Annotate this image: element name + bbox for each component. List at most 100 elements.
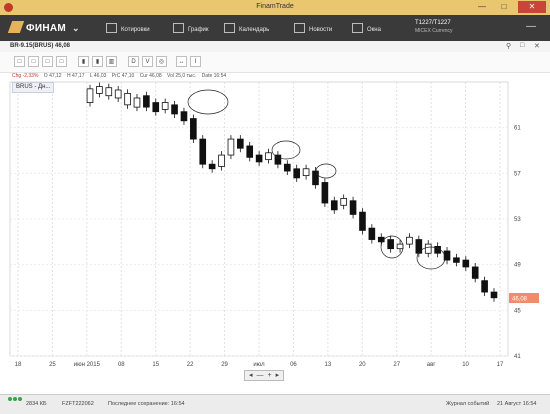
toolbar-button-scale-horizontal[interactable]: ↔: [176, 56, 187, 67]
series-legend-label: BRUS - Дн...: [16, 84, 50, 90]
scroll-right-button[interactable]: ▸: [276, 372, 280, 379]
chart-panel-title: BR-9.15(BRUS) 46,08: [10, 43, 70, 49]
x-tick-label: июл: [253, 362, 265, 368]
candle-body: [294, 169, 300, 178]
toolbar-button-volume[interactable]: V: [142, 56, 153, 67]
brand-menu[interactable]: ФИНАМ ⌄: [10, 21, 80, 34]
candle-body: [425, 244, 431, 253]
instrument-selector[interactable]: T1227/T1227 MICEX Currency: [415, 19, 453, 35]
instrument-code: T1227/T1227: [415, 19, 453, 27]
candle-body: [463, 260, 469, 267]
x-tick-label: 25: [49, 362, 56, 368]
chart-icon: [173, 23, 184, 33]
status-bar: 2834 КБ FZFT222062 Последнее сохранение:…: [0, 394, 550, 414]
x-tick-label: 10: [462, 362, 469, 368]
candle-body: [360, 212, 366, 230]
collapse-icon[interactable]: —: [526, 21, 536, 32]
candle-body: [407, 237, 413, 244]
prev-close-value: PrC 47,10: [112, 73, 135, 79]
candle-body: [87, 89, 93, 103]
candle-body: [125, 93, 131, 104]
menu-item-windows[interactable]: Окна: [352, 23, 381, 33]
candle-body: [472, 267, 478, 278]
candle-body: [303, 169, 309, 176]
chart-toolbar: □ □ □ □ ▮ ▮ ▥ D V ◎ ↔ I: [0, 52, 550, 73]
x-tick-label: авг: [427, 362, 437, 368]
menu-item-chart[interactable]: График: [173, 23, 209, 33]
candle-body: [143, 96, 149, 107]
candle-body: [322, 182, 328, 203]
annotation-ellipse: [188, 90, 228, 114]
x-tick-label: 13: [325, 362, 332, 368]
scroll-left-button[interactable]: ◂: [249, 372, 253, 379]
menu-label: Календарь: [239, 27, 269, 33]
status-last-saved: Последнее сохранение: 16:54: [108, 401, 185, 407]
toolbar-button-scale-vertical[interactable]: I: [190, 56, 201, 67]
toolbar-button-crosshair[interactable]: ◎: [156, 56, 167, 67]
candle-body: [200, 139, 206, 164]
brand-label: ФИНАМ: [26, 23, 66, 34]
candle-body: [153, 103, 159, 112]
toolbar-button-candles[interactable]: ▮: [92, 56, 103, 67]
high-value: H 47,17: [67, 73, 85, 79]
zoom-out-button[interactable]: —: [257, 372, 264, 379]
candle-body: [172, 105, 178, 114]
toolbar-button-bars[interactable]: ▮: [78, 56, 89, 67]
maximize-button[interactable]: □: [494, 1, 514, 13]
candlestick-chart[interactable]: 1825июн 201508152229июл06132027авг101761…: [0, 80, 550, 380]
minimize-button[interactable]: —: [472, 1, 492, 13]
chevron-down-icon: ⌄: [72, 23, 80, 33]
panel-close-button[interactable]: ✕: [534, 42, 540, 50]
menu-item-quotes[interactable]: Котировки: [106, 23, 150, 33]
x-tick-label: 20: [359, 362, 366, 368]
window-title: FinamTrade: [0, 3, 550, 10]
x-tick-label: 22: [187, 362, 194, 368]
toolbar-button-copy[interactable]: □: [56, 56, 67, 67]
candle-body: [219, 155, 225, 166]
candle-body: [341, 198, 347, 205]
x-tick-label: июн 2015: [74, 362, 101, 368]
candle-body: [454, 258, 460, 263]
candle-body: [491, 292, 497, 298]
volume-value: Vol 25,0 тыс.: [167, 73, 196, 79]
app-navbar: ФИНАМ ⌄ Котировки График Календарь Новост…: [0, 15, 550, 41]
candle-body: [350, 201, 356, 215]
candle-body: [134, 98, 140, 107]
candle-body: [369, 228, 375, 239]
event-log-link[interactable]: Журнал событий: [446, 401, 489, 407]
news-icon: [294, 23, 305, 33]
last-price-label: 46,08: [512, 297, 528, 303]
toolbar-button-save[interactable]: □: [42, 56, 53, 67]
zoom-in-button[interactable]: +: [268, 372, 272, 379]
series-legend[interactable]: BRUS - Дн...: [12, 82, 54, 93]
candle-body: [416, 240, 422, 254]
panel-maximize-button[interactable]: □: [520, 42, 524, 49]
y-tick-label: 45: [514, 308, 521, 314]
candle-body: [181, 112, 187, 121]
menu-label: Окна: [367, 27, 381, 33]
status-account: FZFT222062: [62, 401, 94, 407]
status-datetime: 21 Август 16:54: [497, 401, 537, 407]
x-tick-label: 18: [15, 362, 22, 368]
menu-label: Котировки: [121, 27, 150, 33]
window-titlebar: FinamTrade — □ ✕: [0, 0, 550, 15]
toolbar-button-timeframe-d[interactable]: D: [128, 56, 139, 67]
y-tick-label: 57: [514, 171, 521, 177]
candle-body: [388, 240, 394, 249]
toolbar-button-open[interactable]: □: [28, 56, 39, 67]
menu-item-news[interactable]: Новости: [294, 23, 332, 33]
toolbar-button-indicators[interactable]: ▥: [106, 56, 117, 67]
candle-body: [115, 90, 121, 98]
candle-body: [397, 244, 403, 249]
y-tick-label: 53: [514, 217, 521, 223]
candle-body: [209, 164, 215, 169]
candle-body: [190, 119, 196, 140]
toolbar-button-new[interactable]: □: [14, 56, 25, 67]
calendar-icon: [224, 23, 235, 33]
annotation-ellipse: [272, 141, 300, 159]
menu-item-calendar[interactable]: Календарь: [224, 23, 269, 33]
status-size: 2834 КБ: [26, 401, 47, 407]
open-value: O 47,12: [44, 73, 62, 79]
panel-pin-button[interactable]: ⚲: [506, 42, 511, 50]
close-button[interactable]: ✕: [518, 1, 546, 13]
